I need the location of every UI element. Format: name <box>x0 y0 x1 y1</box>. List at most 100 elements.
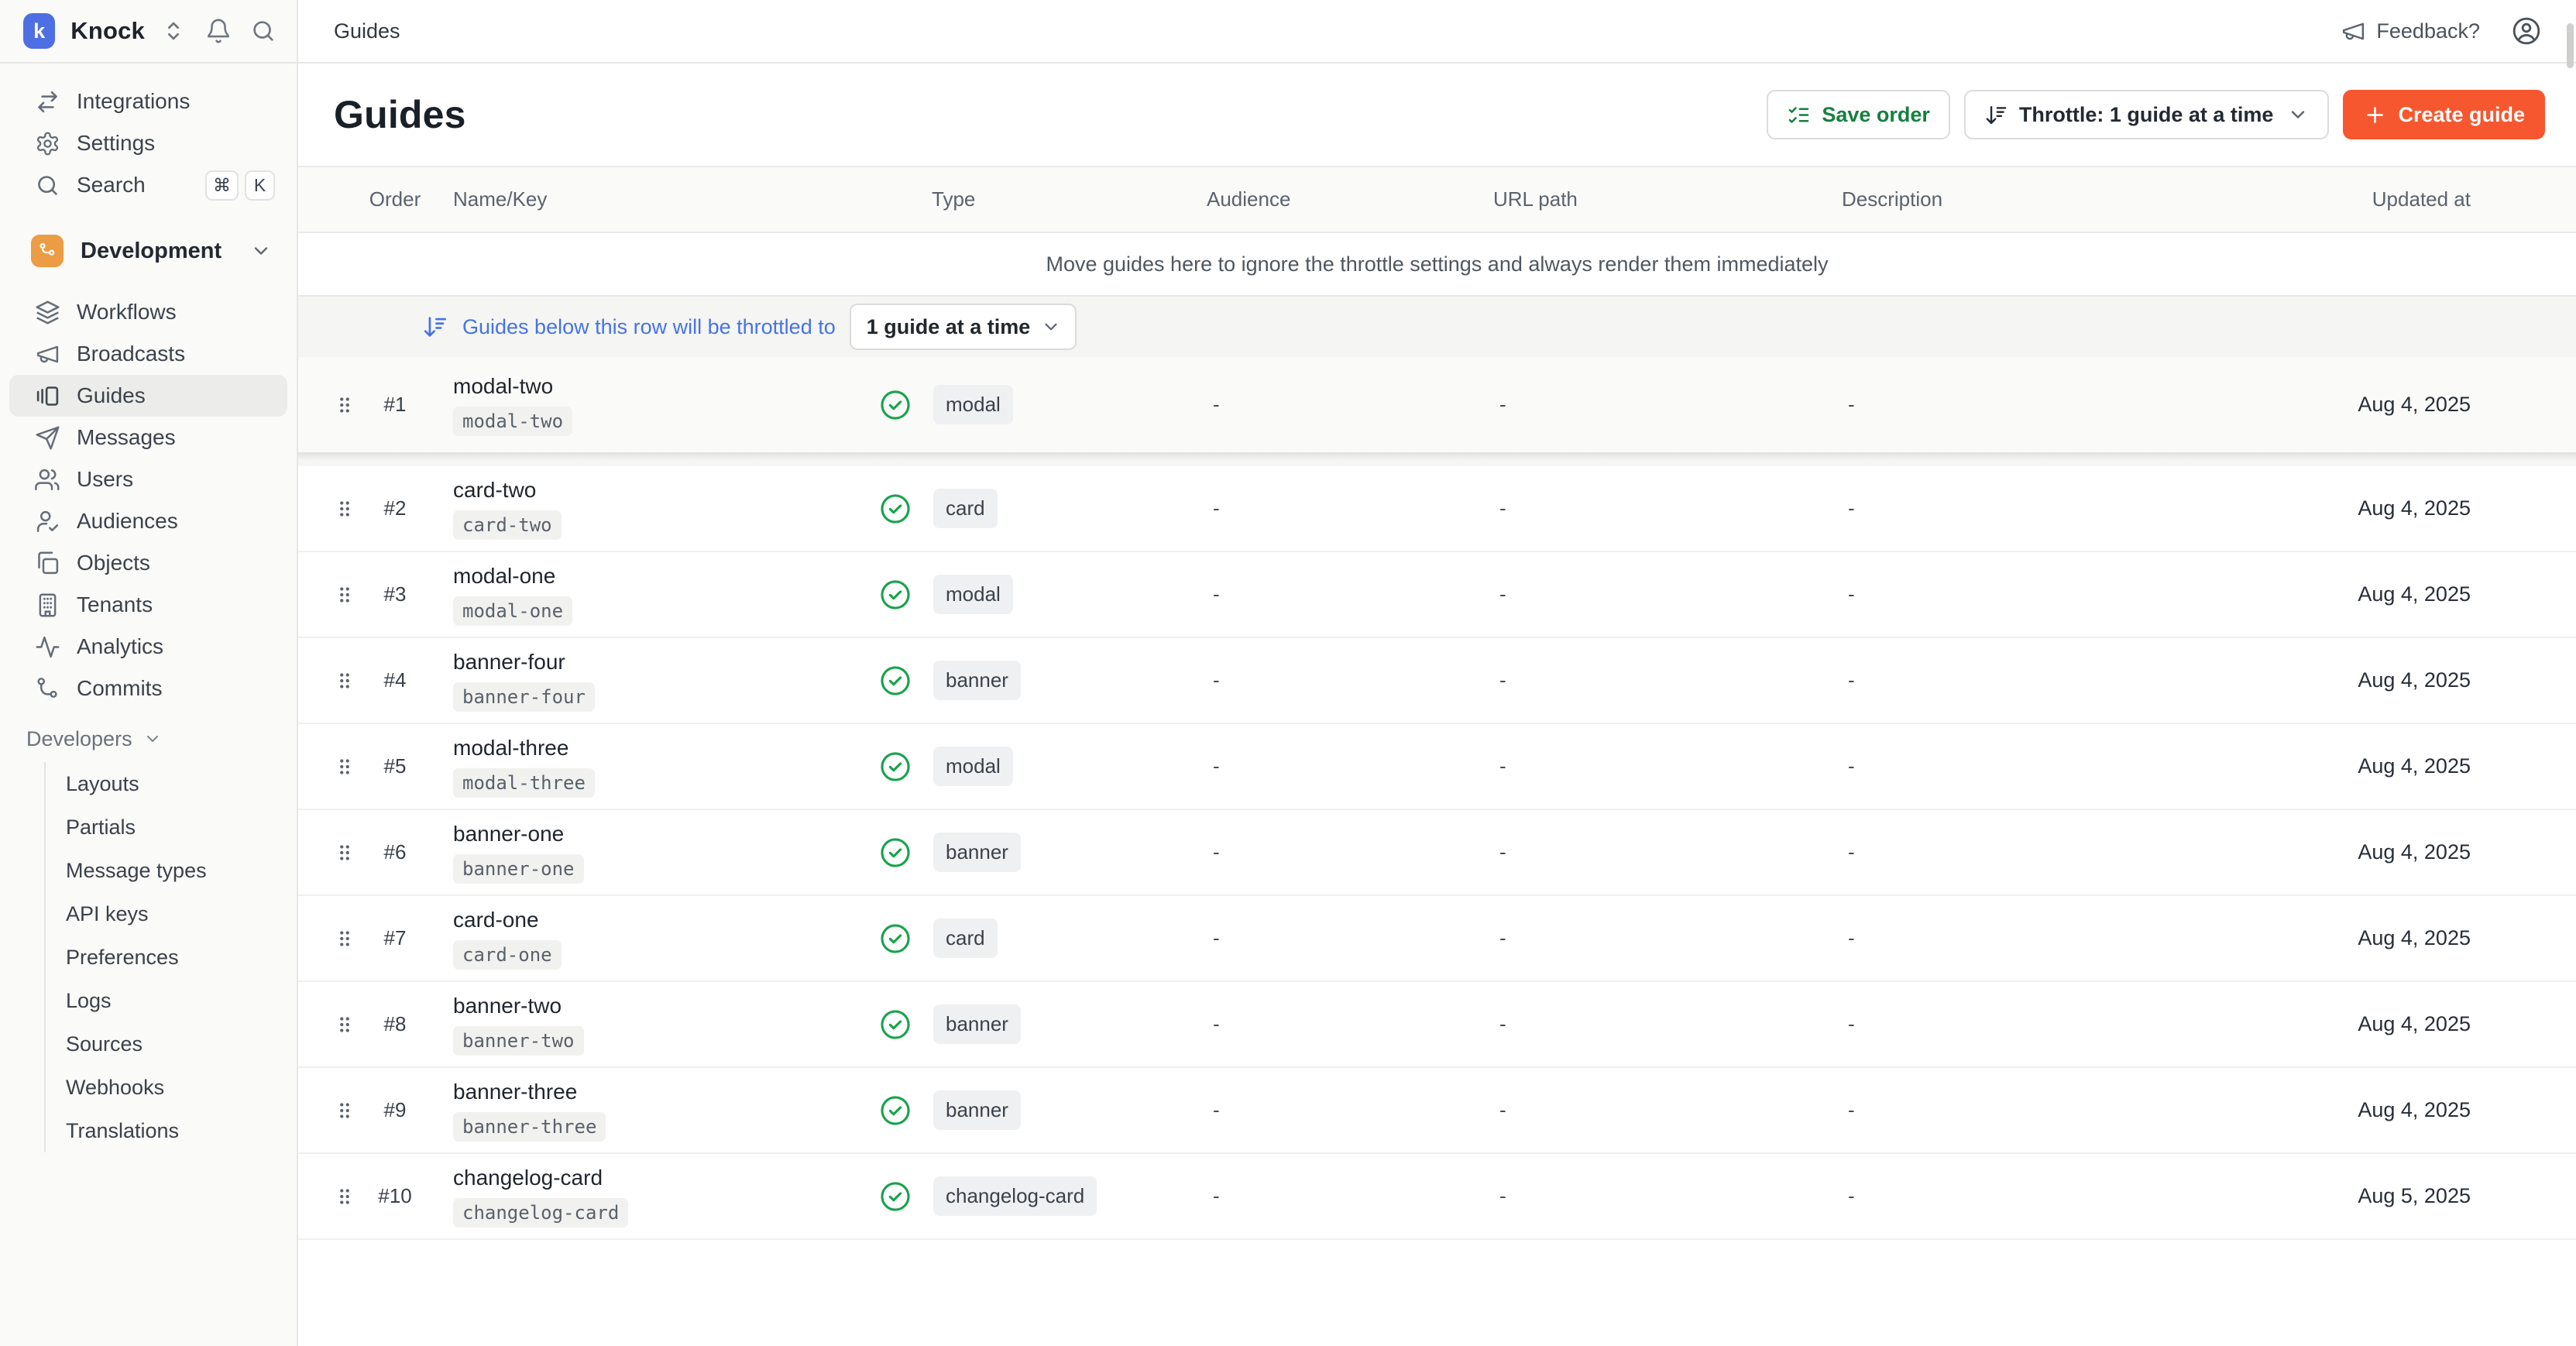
drag-handle-icon[interactable] <box>333 583 356 606</box>
sidebar-item-label: Logs <box>66 989 112 1013</box>
url-path-value: - <box>1481 668 1829 692</box>
drag-handle-icon[interactable] <box>333 393 356 417</box>
vertical-scrollbar-thumb[interactable] <box>2567 23 2574 68</box>
drag-handle-icon[interactable] <box>333 755 356 778</box>
sidebar-item-audiences[interactable]: Audiences <box>9 500 287 542</box>
user-avatar[interactable] <box>2511 15 2542 46</box>
row-order: #5 <box>360 754 430 778</box>
sidebar-item-layouts[interactable]: Layouts <box>46 762 297 805</box>
chevron-down-icon <box>1041 317 1061 337</box>
drag-handle-icon[interactable] <box>333 927 356 950</box>
table-row[interactable]: #6 banner-one banner-one banner - - - Au… <box>298 810 2576 896</box>
throttle-inline-dropdown[interactable]: 1 guide at a time <box>850 304 1077 350</box>
table-row[interactable]: #10 changelog-card changelog-card change… <box>298 1154 2576 1240</box>
sidebar-item-webhooks[interactable]: Webhooks <box>46 1066 297 1109</box>
brand-name: Knock <box>70 17 145 45</box>
sidebar-item-preferences[interactable]: Preferences <box>46 936 297 979</box>
sidebar-item-message-types[interactable]: Message types <box>46 849 297 892</box>
sidebar-item-label: Webhooks <box>66 1076 164 1100</box>
sidebar-item-partials[interactable]: Partials <box>46 805 297 849</box>
search-icon[interactable] <box>250 18 276 44</box>
drag-handle-icon[interactable] <box>333 1099 356 1122</box>
throttle-inline-value: 1 guide at a time <box>867 315 1031 339</box>
column-header-type: Type <box>919 187 1194 211</box>
sidebar-item-label: Search <box>77 173 146 197</box>
status-active-check-icon <box>878 664 912 698</box>
sidebar-item-translations[interactable]: Translations <box>46 1109 297 1152</box>
sidebar-item-tenants[interactable]: Tenants <box>9 584 287 626</box>
environment-switcher[interactable]: Development <box>9 226 287 276</box>
feedback-button[interactable]: Feedback? <box>2341 19 2480 44</box>
create-guide-button[interactable]: Create guide <box>2343 90 2545 139</box>
drag-handle-icon[interactable] <box>333 841 356 864</box>
sidebar-item-settings[interactable]: Settings <box>9 122 287 164</box>
sidebar-item-commits[interactable]: Commits <box>9 668 287 709</box>
sort-descending-icon <box>422 314 448 340</box>
updated-at-value: Aug 4, 2025 <box>2325 393 2471 417</box>
audience-value: - <box>1194 840 1481 864</box>
sidebar-item-label: Layouts <box>66 772 139 796</box>
status-active-check-icon <box>878 1008 912 1042</box>
save-order-button[interactable]: Save order <box>1767 90 1950 139</box>
sidebar-item-messages[interactable]: Messages <box>9 417 287 458</box>
audience-value: - <box>1194 496 1481 520</box>
sidebar-item-integrations[interactable]: Integrations <box>9 81 287 122</box>
workspace-switcher-icon[interactable] <box>160 18 187 44</box>
guide-key-badge: card-one <box>453 940 562 970</box>
description-value: - <box>1829 926 2325 950</box>
guide-name: modal-three <box>453 736 568 761</box>
sidebar-item-analytics[interactable]: Analytics <box>9 626 287 668</box>
drag-handle-icon[interactable] <box>333 1185 356 1208</box>
page-title: Guides <box>334 92 466 137</box>
development-env-icon <box>31 235 64 267</box>
chevron-down-icon <box>250 240 272 262</box>
table-row[interactable]: #8 banner-two banner-two banner - - - Au… <box>298 982 2576 1068</box>
sidebar-item-objects[interactable]: Objects <box>9 542 287 584</box>
table-row[interactable]: #1 modal-two modal-two modal - - - Aug 4… <box>298 357 2576 452</box>
table-row[interactable]: #2 card-two card-two card - - - Aug 4, 2… <box>298 466 2576 552</box>
drag-handle-icon[interactable] <box>333 669 356 692</box>
guide-type-badge: modal <box>933 747 1013 786</box>
sidebar-item-guides[interactable]: Guides <box>9 375 287 417</box>
guide-type-badge: card <box>933 919 998 958</box>
table-row[interactable]: #4 banner-four banner-four banner - - - … <box>298 638 2576 724</box>
user-circle-icon <box>2511 15 2542 46</box>
save-order-label: Save order <box>1822 103 1930 127</box>
drag-handle-icon[interactable] <box>333 1013 356 1036</box>
developers-section-label: Developers <box>26 727 132 751</box>
updated-at-value: Aug 4, 2025 <box>2325 496 2471 520</box>
table-row[interactable]: #7 card-one card-one card - - - Aug 4, 2… <box>298 896 2576 982</box>
description-value: - <box>1829 840 2325 864</box>
sidebar-item-users[interactable]: Users <box>9 458 287 500</box>
sidebar-item-label: Partials <box>66 815 136 840</box>
audience-value: - <box>1194 582 1481 606</box>
drag-handle-icon[interactable] <box>333 497 356 520</box>
guide-key-badge: changelog-card <box>453 1198 628 1228</box>
guide-name: modal-one <box>453 564 555 589</box>
guide-type-badge: banner <box>933 1004 1021 1044</box>
sidebar-item-logs[interactable]: Logs <box>46 979 297 1022</box>
guides-table: Order Name/Key Type Audience URL path De… <box>298 166 2576 1240</box>
sidebar-item-workflows[interactable]: Workflows <box>9 291 287 333</box>
sidebar-item-broadcasts[interactable]: Broadcasts <box>9 333 287 375</box>
sidebar-item-label: Translations <box>66 1119 179 1143</box>
updated-at-value: Aug 4, 2025 <box>2325 926 2471 950</box>
url-path-value: - <box>1481 393 1829 417</box>
megaphone-icon <box>35 342 60 367</box>
status-active-check-icon <box>878 578 912 612</box>
table-row[interactable]: #3 modal-one modal-one modal - - - Aug 4… <box>298 552 2576 638</box>
table-row[interactable]: #9 banner-three banner-three banner - - … <box>298 1068 2576 1154</box>
audience-value: - <box>1194 393 1481 417</box>
guide-name: changelog-card <box>453 1166 603 1190</box>
developers-section-toggle[interactable]: Developers <box>9 719 287 759</box>
paper-plane-icon <box>35 425 60 451</box>
throttle-dropdown-button[interactable]: Throttle: 1 guide at a time <box>1964 90 2330 139</box>
sidebar-item-api-keys[interactable]: API keys <box>46 892 297 936</box>
description-value: - <box>1829 1012 2325 1036</box>
sidebar-item-search[interactable]: Search ⌘ K <box>9 164 287 206</box>
sidebar-item-sources[interactable]: Sources <box>46 1022 297 1066</box>
notifications-bell-icon[interactable] <box>205 18 232 44</box>
chevron-down-icon <box>143 730 162 748</box>
table-row[interactable]: #5 modal-three modal-three modal - - - A… <box>298 724 2576 810</box>
unthrottled-dropzone[interactable]: Move guides here to ignore the throttle … <box>298 233 2576 295</box>
